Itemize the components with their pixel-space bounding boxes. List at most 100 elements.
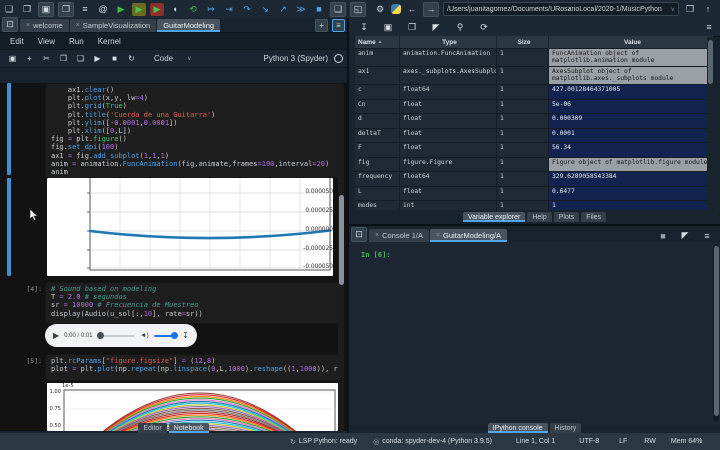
cell-value[interactable]: 56.34 <box>549 143 713 157</box>
options-icon[interactable]: ≡ <box>700 229 714 242</box>
browse-tabs-button[interactable]: ⊡ <box>0 17 20 32</box>
search-variables-icon[interactable]: ⚲ <box>453 21 467 34</box>
notebook-content[interactable]: ax1.clear() plt.plot(x,y, lw=4) plt.grid… <box>0 83 347 431</box>
scrollbar-thumb[interactable] <box>339 195 344 285</box>
pane-tab-plots[interactable]: Plots <box>554 212 580 222</box>
new-file-icon[interactable]: ❏ <box>2 3 16 16</box>
python-logo-icon[interactable] <box>391 4 401 14</box>
variable-explorer-table[interactable]: Name ▴ Type Size Value animanimation.Fun… <box>355 36 713 210</box>
play-icon[interactable]: ▶ <box>53 331 59 340</box>
cell-selection-bar[interactable] <box>7 178 11 276</box>
audio-player[interactable]: ▶ 0:00 / 0:01 ◄) ↧ <box>45 324 197 347</box>
status-lsp-python-ready[interactable]: ↻LSP Python: ready <box>290 438 357 446</box>
stop-debug-icon[interactable]: ■ <box>312 3 326 16</box>
menu-run[interactable]: Run <box>69 37 84 46</box>
pane-tab-help[interactable]: Help <box>527 212 551 222</box>
browse-tabs-icon[interactable]: ⊡ <box>351 227 367 242</box>
scrollbar-thumb[interactable] <box>714 246 719 416</box>
status-mem-64-[interactable]: Mem 64% <box>671 438 703 445</box>
header-size[interactable]: Size <box>497 36 549 48</box>
browse-directory-icon[interactable]: ❒ <box>683 3 697 16</box>
cell-value[interactable]: Figure object of matplotlib.figure modul… <box>549 158 713 172</box>
open-file-icon[interactable]: ❒ <box>20 3 34 16</box>
status-utf-8[interactable]: UTF-8 <box>579 438 599 445</box>
chevron-down-icon[interactable]: ∨ <box>671 6 675 13</box>
variable-row-fig[interactable]: figfigure.Figure1Figure object of matplo… <box>355 158 713 173</box>
back-icon[interactable]: ← <box>405 3 419 16</box>
run-selection-icon[interactable]: ◖ <box>168 3 182 16</box>
parent-directory-icon[interactable]: ↑ <box>701 3 715 16</box>
maximize-pane-icon[interactable]: ◱ <box>350 2 366 17</box>
console-content[interactable]: In [6]: <box>349 242 720 425</box>
add-cell-icon[interactable]: + <box>23 52 36 65</box>
run-cell-advance-icon[interactable]: ▶ <box>150 3 164 16</box>
working-directory-input[interactable]: /Users/juanitagomez/Documents/URosarioLo… <box>443 2 679 16</box>
cell-selection-bar[interactable] <box>7 83 11 175</box>
forward-icon[interactable]: → <box>423 2 439 17</box>
variable-row-Cn[interactable]: Cnfloat15e-06 <box>355 100 713 115</box>
code-cell-figsize[interactable]: plt.rcParams["figure.figsize"] = (12,8)p… <box>45 354 341 381</box>
step-into-icon[interactable]: ↘ <box>258 3 272 16</box>
header-type[interactable]: Type <box>400 36 497 48</box>
scrollbar-thumb[interactable] <box>708 40 713 84</box>
cell-value[interactable]: AxesSubplot object of matplotlib.axes._s… <box>549 67 713 84</box>
menu-edit[interactable]: Edit <box>10 37 24 46</box>
variable-row-c[interactable]: cfloat641427.00128464371005 <box>355 85 713 100</box>
stop-kernel-icon[interactable]: ■ <box>108 52 121 65</box>
cell-value[interactable]: 5e-06 <box>549 100 713 114</box>
volume-slider[interactable] <box>154 335 178 337</box>
pane-tab-editor[interactable]: Editor <box>138 423 166 433</box>
variable-row-L[interactable]: Lfloat10.6477 <box>355 187 713 202</box>
tab-samplevisualization[interactable]: ×SampleVisualization <box>70 19 157 32</box>
header-value[interactable]: Value <box>549 36 713 48</box>
status-lf[interactable]: LF <box>619 438 627 445</box>
pane-tab-ipython-console[interactable]: IPython console <box>488 423 548 433</box>
copy-cell-icon[interactable]: ❐ <box>57 52 70 65</box>
paste-cell-icon[interactable]: ❏ <box>74 52 87 65</box>
variable-row-deltaT[interactable]: deltaTfloat10.0001 <box>355 129 713 144</box>
code-cell-animation[interactable]: ax1.clear() plt.plot(x,y, lw=4) plt.grid… <box>45 83 341 178</box>
save-notebook-icon[interactable]: ▣ <box>6 52 19 65</box>
cell-value[interactable]: 427.00128464371005 <box>549 85 713 99</box>
variable-row-modes[interactable]: modesint11 <box>355 201 713 210</box>
close-icon[interactable]: × <box>76 22 80 29</box>
pane-tab-notebook[interactable]: Notebook <box>169 423 209 433</box>
menu-kernel[interactable]: Kernel <box>98 37 121 46</box>
variable-row-ax1[interactable]: ax1axes._subplots.AxesSubplot1AxesSubplo… <box>355 67 713 85</box>
download-icon[interactable]: ↧ <box>182 331 189 340</box>
cut-cell-icon[interactable]: ✂ <box>40 52 53 65</box>
variable-row-frequency[interactable]: frequencyfloat641329.6289058543384 <box>355 172 713 187</box>
tab-guitarmodeling[interactable]: GuitarModeling <box>157 19 220 32</box>
rerun-cell-icon[interactable]: ⟲ <box>186 3 200 16</box>
tab-console-1-a[interactable]: ×Console 1/A <box>369 229 429 242</box>
run-icon[interactable]: ▶ <box>114 3 128 16</box>
run-cell-icon[interactable]: ▶ <box>91 52 104 65</box>
variable-row-F[interactable]: Ffloat156.34 <box>355 143 713 158</box>
find-symbols-icon[interactable]: @ <box>96 3 110 16</box>
cell-type-dropdown[interactable]: Code ∨ <box>154 54 192 63</box>
header-name[interactable]: Name ▴ <box>355 36 400 48</box>
pane-tab-variable-explorer[interactable]: Variable explorer <box>463 212 525 222</box>
continue-execution-icon[interactable]: ⇥ <box>222 3 236 16</box>
status-line-1-col-1[interactable]: Line 1, Col 1 <box>516 438 555 445</box>
variable-row-d[interactable]: dfloat10.000309 <box>355 114 713 129</box>
browse-tabs-button[interactable]: ⊡ <box>349 227 369 242</box>
tab-welcome[interactable]: ×welcome <box>20 19 69 32</box>
pane-tab-files[interactable]: Files <box>581 212 606 222</box>
status-conda-spyder-dev-4-pytho[interactable]: ◎conda: spyder-dev-4 (Python 3.9.5) <box>373 438 492 446</box>
progress-handle[interactable] <box>97 332 104 339</box>
fast-forward-icon[interactable]: ≫ <box>294 3 308 16</box>
remove-all-variables-icon[interactable]: ◤ <box>678 229 692 242</box>
tab-options-button[interactable]: ≡ <box>332 19 345 32</box>
interrupt-kernel-icon[interactable]: ■ <box>656 229 670 242</box>
variable-row-anim[interactable]: animanimation.FuncAnimation1FuncAnimatio… <box>355 49 713 67</box>
close-icon[interactable]: × <box>26 22 30 29</box>
run-to-line-icon[interactable]: ↦ <box>204 3 218 16</box>
cell-value[interactable]: FuncAnimation object of matplotlib.anima… <box>549 49 713 66</box>
console-scrollbar[interactable] <box>713 244 719 422</box>
options-icon[interactable]: ≡ <box>702 21 716 34</box>
browse-tabs-icon[interactable]: ⊡ <box>2 17 18 32</box>
pane-tab-history[interactable]: History <box>550 423 582 433</box>
cell-value[interactable]: 1 <box>549 201 713 210</box>
refresh-variables-icon[interactable]: ⟳ <box>477 21 491 34</box>
